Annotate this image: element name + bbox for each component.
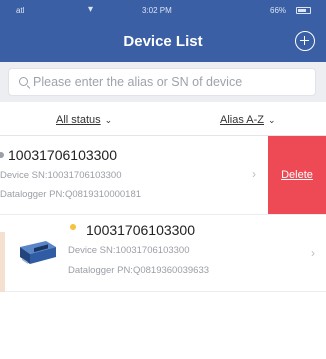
chevron-right-icon: › <box>252 167 256 181</box>
search-box <box>8 68 316 96</box>
device-row[interactable]: 10031706103300 Device SN:10031706103300 … <box>0 214 326 292</box>
datalogger-pn: Datalogger PN:Q0819360039633 <box>68 265 210 276</box>
sort-dropdown[interactable]: Alias A-Z ⌄ <box>220 114 276 126</box>
battery-percent: 66% <box>270 6 287 15</box>
device-sn: Device SN:10031706103300 <box>68 245 190 256</box>
empty-area <box>0 292 326 359</box>
sort-label: Alias A-Z <box>220 114 265 126</box>
status-dot <box>70 224 76 230</box>
device-row[interactable]: 10031706103300 Device SN:10031706103300 … <box>0 136 326 214</box>
device-sn: Device SN:10031706103300 <box>0 170 122 181</box>
device-alias: 10031706103300 <box>86 222 196 238</box>
device-row-content[interactable]: 10031706103300 Device SN:10031706103300 … <box>0 136 268 214</box>
status-time: 3:02 PM <box>142 6 172 15</box>
chevron-down-icon: ⌄ <box>104 115 113 125</box>
add-device-button[interactable] <box>295 31 315 51</box>
chevron-right-icon: › <box>311 246 315 260</box>
app-header: atl ▾ 3:02 PM 66% Device List <box>0 0 326 62</box>
battery-icon <box>296 7 311 14</box>
filter-bar: All status ⌄ Alias A-Z ⌄ <box>0 102 326 136</box>
carrier-text: atl <box>16 6 25 15</box>
chevron-down-icon: ⌄ <box>268 115 276 125</box>
inverter-device-icon <box>20 241 56 264</box>
status-dot <box>0 152 4 158</box>
device-alias: 10031706103300 <box>8 147 118 163</box>
status-filter-label: All status <box>56 114 101 126</box>
search-input[interactable] <box>33 72 311 92</box>
status-filter-dropdown[interactable]: All status ⌄ <box>56 114 112 126</box>
page-title: Device List <box>123 33 203 50</box>
search-icon <box>19 77 28 86</box>
delete-button[interactable]: Delete <box>268 136 326 214</box>
datalogger-pn: Datalogger PN:Q0819310000181 <box>0 189 142 200</box>
wifi-icon: ▾ <box>88 4 94 15</box>
search-bar <box>0 62 326 102</box>
status-bar: atl ▾ 3:02 PM 66% <box>0 0 326 22</box>
